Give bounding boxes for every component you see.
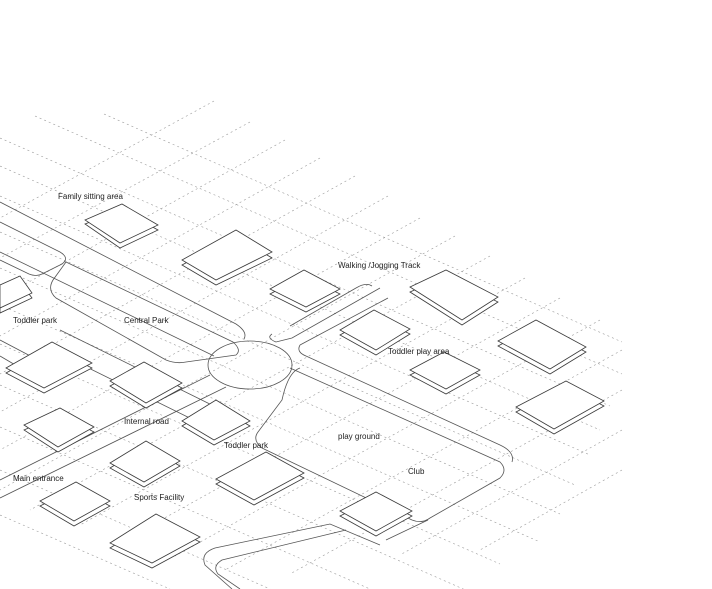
label-club: Club — [408, 467, 425, 476]
pad-club — [339, 491, 413, 537]
label-walking-jogging-track: Walking /Jogging Track — [338, 261, 421, 270]
pad-left-edge — [0, 275, 33, 314]
club-path-inner — [215, 519, 429, 589]
pad-upper-right — [409, 269, 499, 326]
left-block-outline — [0, 221, 66, 276]
pad-toddler-play — [409, 351, 481, 395]
east-road — [298, 297, 513, 463]
label-toddler-park-left: Toddler park — [13, 316, 58, 325]
pad-family-sitting — [84, 203, 159, 249]
pad-sports-upper — [109, 440, 181, 488]
club-path — [203, 523, 381, 589]
site-plan-diagram: Family sitting area Walking /Jogging Tra… — [0, 100, 623, 589]
label-play-ground: play ground — [338, 432, 380, 441]
label-toddler-park-center: Toddler park — [224, 441, 269, 450]
activity-pads — [0, 203, 605, 569]
pad-sports-lower — [109, 513, 201, 569]
pad-internal-road — [181, 399, 251, 446]
pad-main-entrance — [39, 481, 111, 527]
pad-jogging — [269, 269, 341, 313]
label-sports-facility: Sports Facility — [134, 493, 184, 502]
pad-southwest — [23, 407, 95, 453]
pad-upper-center — [181, 229, 273, 286]
pad-central-south — [109, 361, 183, 409]
label-main-entrance: Main entrance — [13, 474, 64, 483]
label-internal-road: Internal road — [124, 417, 169, 426]
label-family-sitting-area: Family sitting area — [58, 192, 123, 201]
pad-far-right — [497, 319, 587, 375]
label-toddler-play-area: Toddler play area — [388, 347, 450, 356]
pad-toddler-park-center — [215, 451, 305, 506]
label-central-park: Central Park — [124, 316, 169, 325]
diagonal-road-lower — [0, 251, 215, 357]
